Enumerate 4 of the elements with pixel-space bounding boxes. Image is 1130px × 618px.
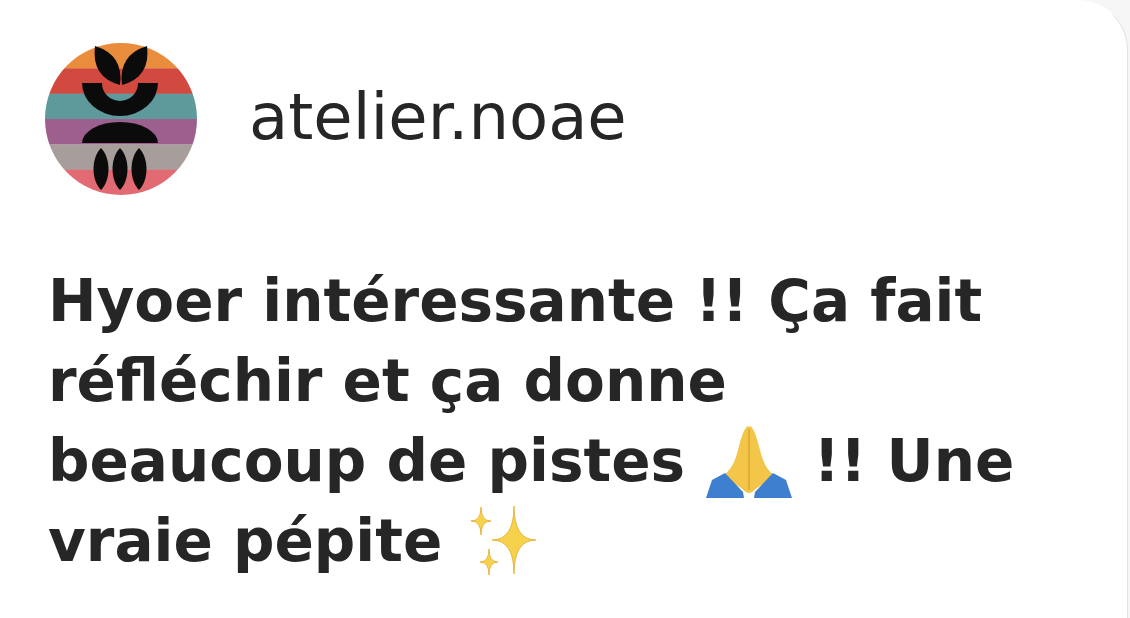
username[interactable]: atelier.noae xyxy=(249,80,627,158)
praying-hands-icon xyxy=(705,426,794,498)
comment-text: Hyoer intéressante !! Ça fait réfléchir et ça donne beaucoup de pistes !! Une vraie pépite xyxy=(47,266,1016,578)
logo-avatar-icon xyxy=(45,43,197,195)
